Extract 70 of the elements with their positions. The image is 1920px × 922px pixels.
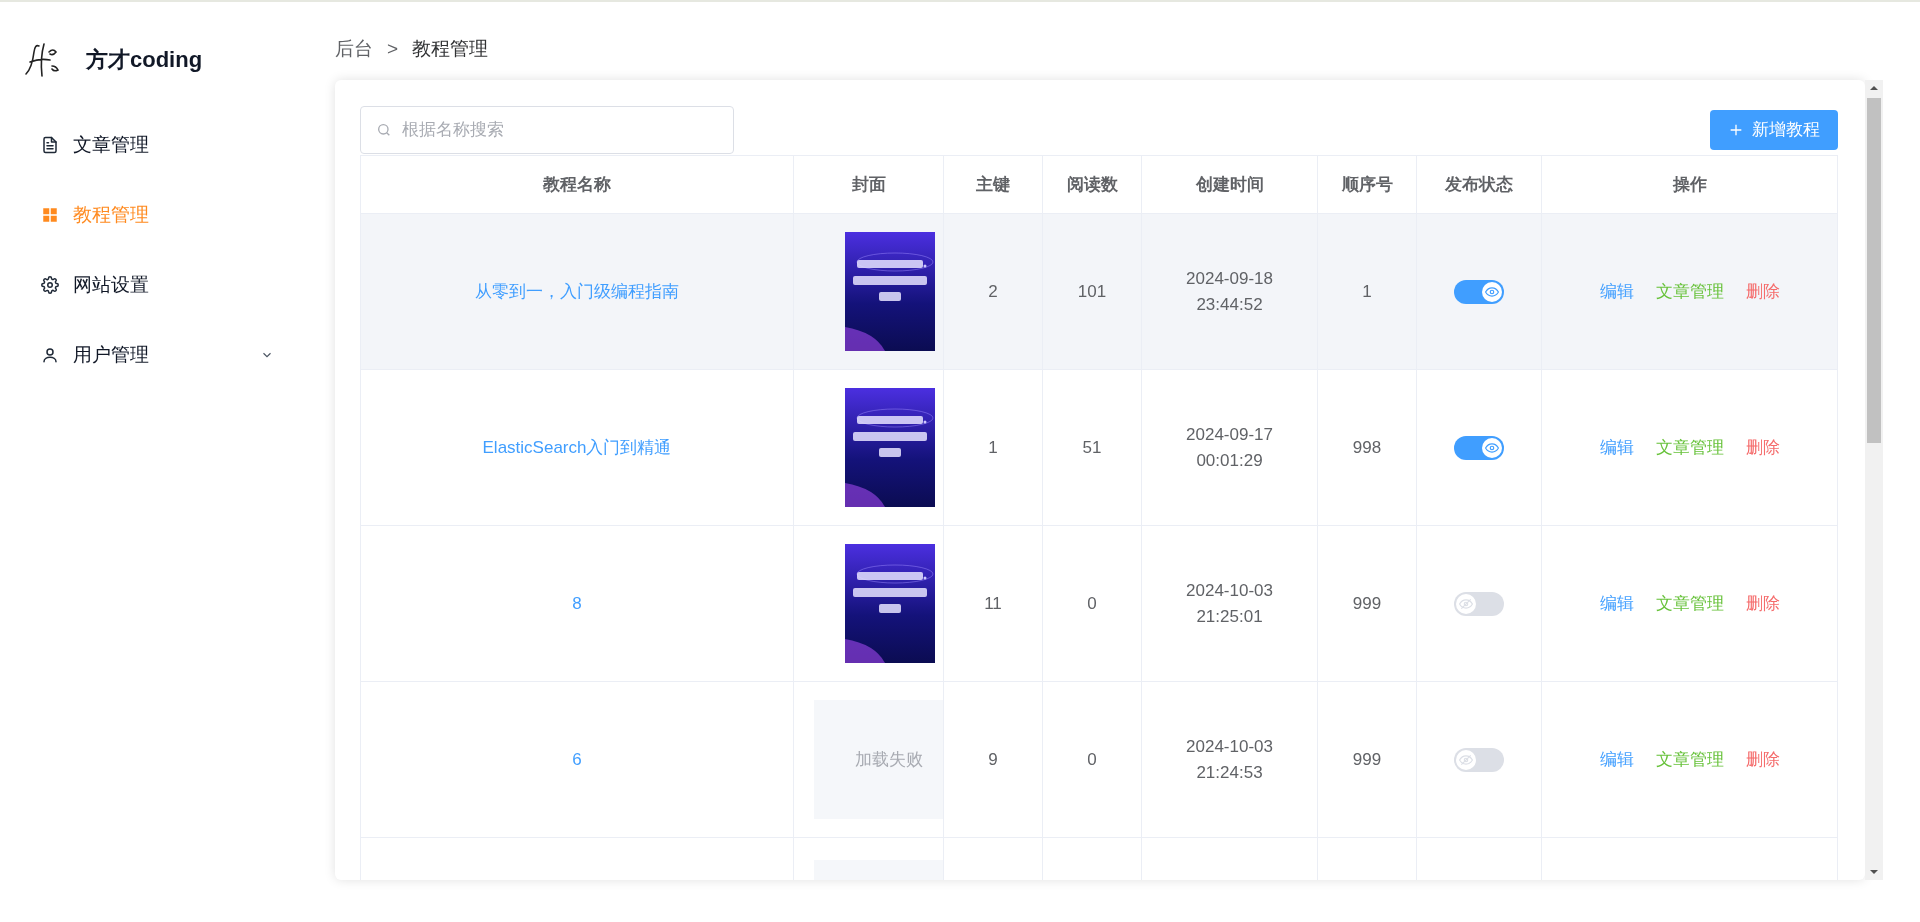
id-cell-text: 11: [984, 592, 1002, 615]
column-header: 阅读数: [1066, 173, 1118, 196]
reads-cell-text: 0: [1087, 592, 1097, 615]
tutorial-name-link[interactable]: 6: [572, 746, 582, 773]
created-time: 23:44:52: [1196, 293, 1263, 316]
action-link[interactable]: 文章管理: [1655, 434, 1724, 461]
eye-off-icon: [1459, 596, 1473, 611]
action-link[interactable]: 文章管理: [1655, 590, 1724, 617]
action-link[interactable]: 文章管理: [1655, 278, 1724, 305]
action-link[interactable]: 编辑: [1599, 746, 1634, 773]
publish-toggle[interactable]: [1454, 591, 1504, 616]
sidebar-item[interactable]: 教程管理: [0, 180, 300, 250]
action-link[interactable]: 编辑: [1599, 590, 1634, 617]
id-cell-text: 2: [988, 280, 998, 303]
scrollbar[interactable]: [1865, 80, 1883, 880]
action-link[interactable]: 编辑: [1599, 434, 1634, 461]
column-header: 主键: [976, 173, 1010, 196]
publish-toggle[interactable]: [1454, 279, 1504, 304]
document-icon: [41, 136, 59, 154]
sidebar-item[interactable]: 用户管理: [0, 320, 300, 390]
column-header: 顺序号: [1341, 173, 1393, 196]
breadcrumb-separator: >: [387, 36, 399, 61]
user-icon: [41, 346, 59, 364]
plus-icon: [1728, 122, 1744, 138]
settings-icon: [41, 276, 59, 294]
action-link[interactable]: 删除: [1745, 278, 1780, 305]
action-link[interactable]: 删除: [1745, 746, 1780, 773]
publish-toggle[interactable]: [1454, 435, 1504, 460]
action-link[interactable]: 删除: [1745, 590, 1780, 617]
brand-name: 方才coding: [86, 45, 203, 74]
column-header: 发布状态: [1445, 173, 1513, 196]
publish-toggle[interactable]: [1454, 747, 1504, 772]
sidebar-item[interactable]: 网站设置: [0, 250, 300, 320]
order-cell-text: 999: [1352, 748, 1382, 771]
created-time: 21:25:01: [1196, 605, 1263, 628]
eye-icon: [1485, 440, 1499, 455]
id-cell-text: 1: [988, 436, 998, 459]
eye-icon: [1485, 284, 1499, 299]
order-cell-text: 1: [1362, 280, 1372, 303]
reads-cell-text: 51: [1082, 436, 1102, 459]
created-date: 2024-09-18: [1186, 267, 1273, 290]
order-cell-text: 998: [1352, 436, 1382, 459]
column-header: 创建时间: [1195, 173, 1264, 196]
column-header: 封面: [851, 173, 886, 196]
created-date: 2024-09-17: [1186, 423, 1273, 446]
breadcrumb-item[interactable]: 后台: [335, 34, 373, 64]
id-cell-text: 9: [988, 748, 998, 771]
created-date: 2024-10-03: [1186, 735, 1273, 758]
action-link[interactable]: 文章管理: [1655, 746, 1724, 773]
column-header: 操作: [1672, 173, 1707, 196]
search-icon: [376, 122, 392, 138]
reads-cell-text: 0: [1087, 748, 1097, 771]
sidebar-item[interactable]: 文章管理: [0, 110, 300, 180]
tutorial-name-link[interactable]: 8: [572, 590, 582, 617]
eye-off-icon: [1459, 752, 1473, 767]
tutorial-name-link[interactable]: ElasticSearch入门到精通: [482, 434, 672, 461]
order-cell-text: 999: [1352, 592, 1382, 615]
reads-cell-text: 101: [1077, 280, 1107, 303]
action-link[interactable]: 编辑: [1599, 278, 1634, 305]
breadcrumb-item: 教程管理: [412, 36, 489, 61]
add-button[interactable]: 新增教程: [1710, 110, 1838, 150]
created-time: 21:24:53: [1196, 761, 1263, 784]
grid-icon: [41, 206, 59, 224]
column-header: 教程名称: [543, 173, 611, 196]
search-field[interactable]: 根据名称搜索: [360, 106, 734, 154]
created-time: 00:01:29: [1196, 449, 1263, 472]
created-date: 2024-10-03: [1186, 579, 1273, 602]
load-failed-text: 加载失败: [854, 748, 923, 771]
tutorial-name-link[interactable]: 从零到一，入门级编程指南: [475, 278, 679, 305]
action-link[interactable]: 删除: [1745, 434, 1780, 461]
